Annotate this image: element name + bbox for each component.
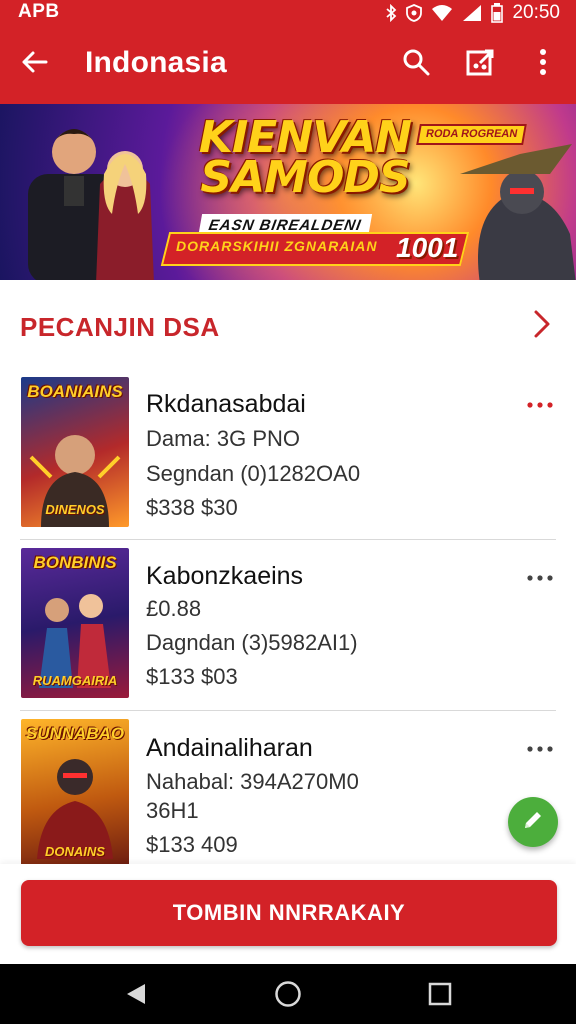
banner-title: KIENVAN SAMODS [198, 112, 412, 203]
thumbnail-footer: DINENOS [45, 502, 105, 517]
section-title: PECANJIN DSA [20, 312, 220, 342]
divider [20, 539, 556, 540]
nav-back-icon [125, 982, 147, 1011]
item-detail-1: Dama: 3G PNO [146, 426, 301, 451]
nav-recents-icon [428, 982, 452, 1011]
more-vert-icon [539, 48, 547, 81]
more-horiz-icon [527, 395, 553, 413]
primary-action-button[interactable]: TOMBIN NNRRAKAIY [21, 880, 557, 946]
game-thumbnail: SUNNABAO DONAINS [21, 719, 129, 864]
top-app-bar: APB 20:50 Indonasia [0, 0, 576, 104]
battery-icon [491, 3, 504, 23]
search-button[interactable] [396, 44, 436, 84]
edit-fab[interactable] [508, 797, 558, 847]
list-item[interactable]: BONBINIS RUAMGAIRIA Kabonzkaeins £0.88 D… [0, 541, 576, 709]
promo-banner[interactable]: RODA ROGREAN KIENVAN SAMODS EASN BIREALD… [0, 104, 576, 280]
page-title: Indonasia [85, 46, 227, 79]
more-options-button[interactable] [523, 44, 563, 84]
hero-warrior-illustration [460, 144, 576, 280]
list-item[interactable]: BOANIAINS DINENOS Rkdanasabdai Dama: 3G … [0, 370, 576, 538]
arrow-left-icon [20, 50, 48, 79]
banner-ribbon-number: 1001 [396, 232, 459, 263]
app-bar: Indonasia [0, 30, 576, 100]
nav-home-icon [274, 980, 302, 1013]
chevron-right-icon [533, 309, 551, 344]
status-carrier: APB [18, 1, 60, 22]
item-name: Rkdanasabdai [146, 390, 306, 418]
more-horiz-icon [527, 568, 553, 586]
item-detail-1: £0.88 [146, 596, 202, 621]
item-price: $133 409 [146, 832, 238, 857]
item-detail-2: 36H1 [146, 798, 199, 823]
bluetooth-icon [385, 4, 397, 22]
item-detail-1: Nahabal: 394A270M0 [146, 769, 359, 794]
thumbnail-title: SUNNABAO [25, 724, 125, 743]
thumbnail-title: BONBINIS [33, 553, 117, 572]
more-horiz-icon [527, 739, 553, 757]
item-more-button[interactable] [520, 563, 560, 591]
thumbnail-footer: RUAMGAIRIA [32, 673, 118, 688]
search-icon [402, 48, 430, 81]
item-name: Andainaliharan [146, 734, 313, 762]
hero-female-illustration [96, 151, 154, 280]
status-bar: APB 20:50 [0, 0, 576, 26]
status-time: 20:50 [512, 2, 560, 23]
item-price: $133 $03 [146, 664, 238, 689]
item-detail-2: Segndan (0)1282OA0 [146, 461, 361, 486]
shield-icon [406, 4, 423, 22]
status-icons: 20:50 [385, 2, 560, 24]
section-see-all-button[interactable] [524, 308, 560, 344]
item-price: $338 $30 [146, 495, 238, 520]
nav-home-button[interactable] [268, 976, 308, 1016]
back-button[interactable] [14, 44, 54, 84]
item-detail-2: Dagndan (3)5982AI1) [146, 630, 358, 655]
system-nav-bar [0, 964, 576, 1024]
game-thumbnail: BONBINIS RUAMGAIRIA [21, 548, 129, 698]
share-icon [466, 47, 496, 82]
game-thumbnail: BOANIAINS DINENOS [21, 377, 129, 527]
list-item[interactable]: SUNNABAO DONAINS Andainaliharan Nahabal:… [0, 712, 576, 864]
banner-ribbon-text: DORARSKIHII ZGNARAIAN [176, 238, 378, 254]
item-name: Kabonzkaeins [146, 562, 304, 590]
nav-recents-button[interactable] [420, 976, 460, 1016]
item-more-button[interactable] [520, 390, 560, 418]
share-button[interactable] [461, 44, 501, 84]
item-more-button[interactable] [520, 734, 560, 762]
edit-icon [521, 808, 545, 837]
thumbnail-title: BOANIAINS [27, 382, 123, 401]
thumbnail-footer: DONAINS [45, 844, 105, 859]
divider [20, 710, 556, 711]
signal-icon [462, 4, 482, 22]
nav-back-button[interactable] [116, 976, 156, 1016]
wifi-icon [431, 4, 453, 22]
